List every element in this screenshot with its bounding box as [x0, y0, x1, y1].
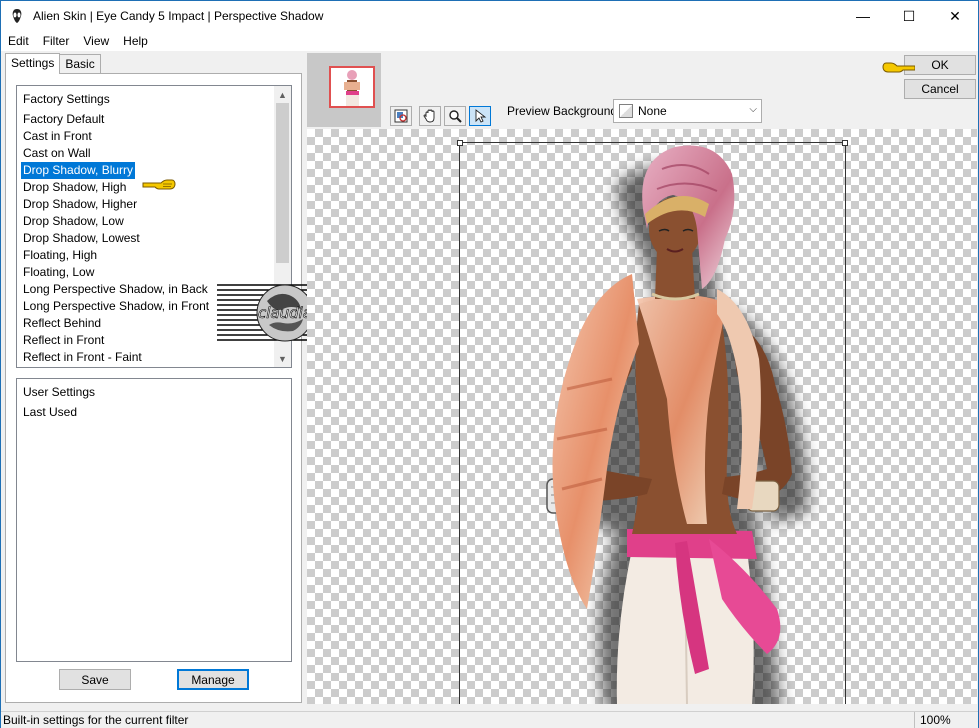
- user-settings-list: User Settings Last Used: [16, 378, 292, 662]
- list-item: Long Perspective Shadow, in Front: [21, 298, 211, 315]
- navigator-icon: [394, 109, 408, 123]
- alien-skin-icon: [12, 9, 22, 23]
- frame-handle-top-right[interactable]: [842, 140, 848, 146]
- list-item: Cast in Front: [21, 128, 211, 145]
- factory-settings-items: Factory Default Cast in Front Cast on Wall…: [21, 111, 211, 366]
- menu-view[interactable]: View: [76, 31, 116, 51]
- status-bar: Built-in settings for the current filter…: [1, 711, 978, 728]
- preview-canvas[interactable]: [307, 129, 977, 704]
- factory-setting-item[interactable]: Reflect in Front - Faint: [21, 350, 144, 364]
- cancel-button[interactable]: Cancel: [904, 79, 976, 99]
- list-item: Floating, High: [21, 247, 211, 264]
- list-item: Drop Shadow, Lowest: [21, 230, 211, 247]
- list-item: Drop Shadow, High: [21, 179, 211, 196]
- maximize-button[interactable]: ☐: [886, 1, 932, 31]
- window-controls: — ☐ ✕: [840, 1, 978, 31]
- preview-background-value: None: [638, 104, 667, 118]
- list-item: Reflect in Front: [21, 332, 211, 349]
- list-item-last-used[interactable]: Last Used: [21, 404, 79, 421]
- factory-setting-item[interactable]: Drop Shadow, Higher: [21, 197, 139, 211]
- factory-settings-header: Factory Settings: [23, 92, 110, 106]
- hand-tool-button[interactable]: [419, 106, 441, 126]
- pointing-hand-icon: [882, 62, 915, 73]
- factory-setting-item[interactable]: Drop Shadow, Lowest: [21, 231, 142, 245]
- factory-setting-item[interactable]: Drop Shadow, Low: [21, 214, 126, 228]
- user-settings-items: Last Used: [21, 404, 79, 421]
- background-swatch-icon: [619, 104, 633, 118]
- navigator-viewport[interactable]: [329, 66, 375, 108]
- user-settings-header: User Settings: [23, 385, 96, 399]
- factory-setting-item[interactable]: Drop Shadow, High: [21, 180, 128, 194]
- list-item: Drop Shadow, Low: [21, 213, 211, 230]
- zoom-level: 100%: [914, 712, 978, 728]
- minimize-button[interactable]: —: [840, 1, 886, 31]
- pointing-hand-icon: [142, 179, 176, 190]
- manage-button[interactable]: Manage: [177, 669, 249, 690]
- menu-help[interactable]: Help: [116, 31, 155, 51]
- save-button[interactable]: Save: [59, 669, 131, 690]
- preview-background-label: Preview Background:: [507, 104, 621, 118]
- scroll-thumb[interactable]: [276, 103, 289, 263]
- factory-setting-item[interactable]: Cast in Front: [21, 129, 94, 143]
- arrow-pointer-icon: [475, 109, 487, 123]
- preview-bounds-frame: [457, 140, 848, 704]
- factory-setting-item[interactable]: Reflect in Front: [21, 333, 106, 347]
- select-tool-button[interactable]: [469, 106, 491, 126]
- list-item: Drop Shadow, Higher: [21, 196, 211, 213]
- thumbnail-figure-image: [344, 70, 360, 106]
- settings-tabs: Settings Basic: [5, 53, 101, 74]
- watermark-text: claudia: [258, 304, 312, 322]
- navigator-thumbnail[interactable]: [307, 53, 381, 127]
- factory-setting-item[interactable]: Reflect Behind: [21, 316, 103, 330]
- factory-setting-item[interactable]: Floating, High: [21, 248, 99, 262]
- factory-setting-item[interactable]: Floating, Low: [21, 265, 96, 279]
- window-title: Alien Skin | Eye Candy 5 Impact | Perspe…: [33, 9, 324, 23]
- list-item: Floating, Low: [21, 264, 211, 281]
- factory-setting-item[interactable]: Long Perspective Shadow, in Back: [21, 282, 210, 296]
- zoom-tool-button[interactable]: [444, 106, 466, 126]
- preview-background-select[interactable]: None ⌵: [613, 99, 762, 123]
- navigator-toggle-button[interactable]: [390, 106, 412, 126]
- list-item: Long Perspective Shadow, in Back: [21, 281, 211, 298]
- factory-setting-item[interactable]: Drop Shadow, Blurry: [21, 162, 136, 179]
- menu-bar: Edit Filter View Help: [1, 31, 978, 51]
- factory-setting-item[interactable]: Cast on Wall: [21, 146, 93, 160]
- hand-icon: [423, 109, 435, 123]
- list-item: Reflect in Front - Faint: [21, 349, 211, 366]
- factory-setting-item[interactable]: Long Perspective Shadow, in Front: [21, 299, 211, 313]
- close-button[interactable]: ✕: [932, 1, 978, 31]
- list-item: Reflect Behind: [21, 315, 211, 332]
- chevron-down-icon: ⌵: [749, 104, 757, 115]
- menu-edit[interactable]: Edit: [1, 31, 36, 51]
- frame-handle-top-left[interactable]: [457, 140, 463, 146]
- scroll-up-icon[interactable]: ▲: [274, 86, 291, 103]
- scroll-down-icon[interactable]: ▼: [274, 350, 291, 367]
- list-item: Factory Default: [21, 111, 211, 128]
- status-text: Built-in settings for the current filter: [3, 713, 189, 727]
- tab-basic[interactable]: Basic: [59, 54, 101, 73]
- list-item: Drop Shadow, Blurry: [21, 162, 211, 179]
- factory-setting-item[interactable]: Factory Default: [21, 112, 106, 126]
- eye-candy-window: Alien Skin | Eye Candy 5 Impact | Perspe…: [0, 0, 979, 728]
- tab-settings[interactable]: Settings: [5, 53, 61, 74]
- settings-panel: Factory Settings Factory Default Cast in …: [5, 73, 353, 703]
- list-item: Cast on Wall: [21, 145, 211, 162]
- title-bar: Alien Skin | Eye Candy 5 Impact | Perspe…: [1, 1, 978, 31]
- magnifier-icon: [449, 110, 462, 123]
- menu-filter[interactable]: Filter: [36, 31, 77, 51]
